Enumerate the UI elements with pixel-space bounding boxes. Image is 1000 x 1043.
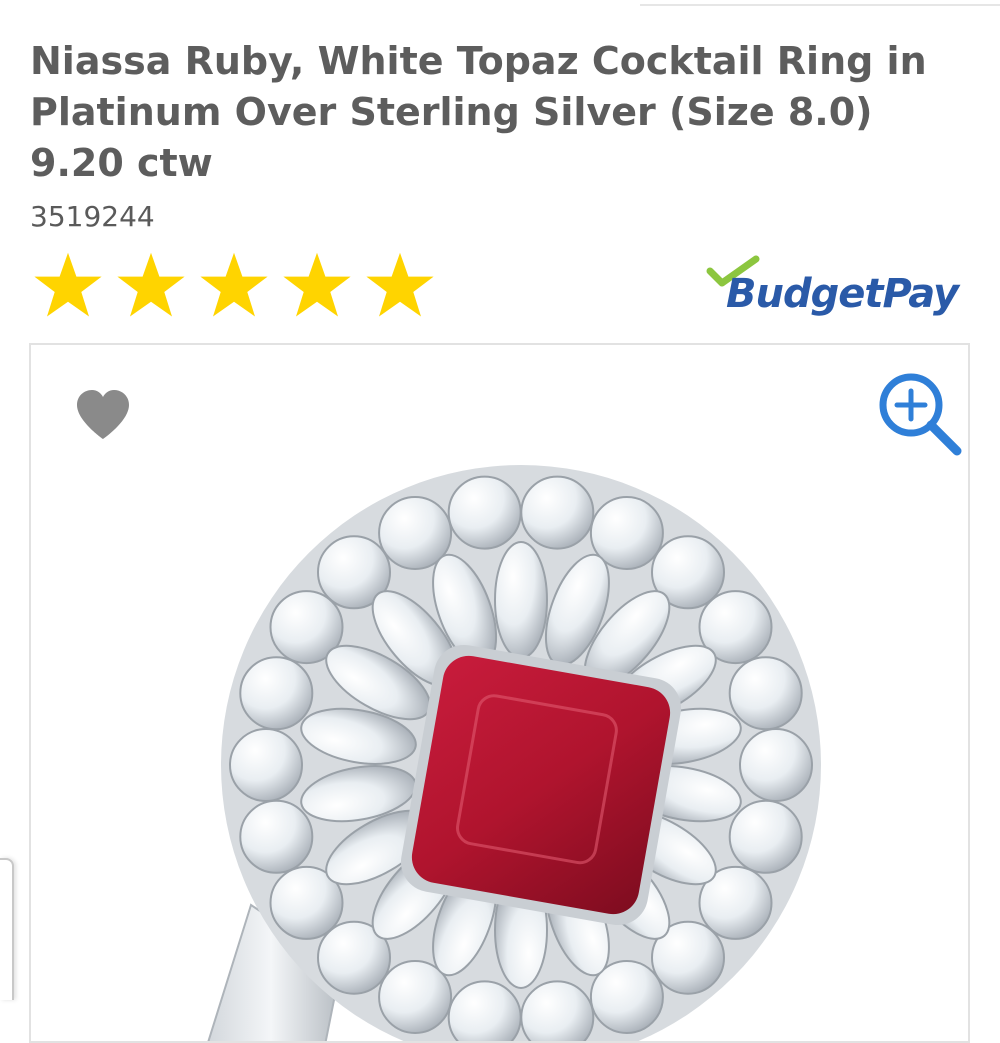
product-image-gallery[interactable] [29, 343, 970, 1043]
zoom-in-icon[interactable] [875, 369, 965, 459]
ring-image [207, 465, 821, 1041]
product-title: Niassa Ruby, White Topaz Cocktail Ring i… [30, 39, 927, 185]
heart-icon[interactable] [75, 389, 131, 441]
star-icon [283, 252, 351, 317]
budgetpay-label: BudgetPay [726, 271, 959, 317]
top-divider [640, 4, 1000, 6]
star-icon [366, 252, 434, 317]
star-icon [117, 252, 185, 317]
star-icon [200, 252, 268, 317]
rating-stars [33, 250, 435, 320]
product-sku: 3519244 [30, 200, 155, 233]
budgetpay-badge[interactable]: BudgetPay [704, 255, 964, 325]
star-icon [34, 252, 102, 317]
side-drawer-tab[interactable] [0, 858, 14, 1000]
